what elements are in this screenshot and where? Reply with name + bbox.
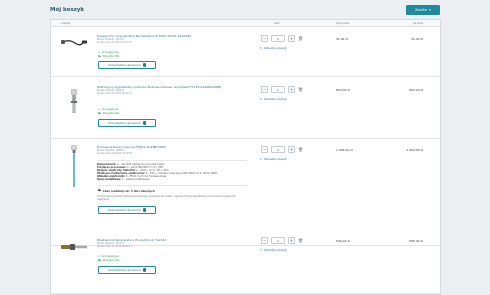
- added-date: Dodano dnia 21.06.22 09:41:13: [97, 92, 132, 96]
- update-label: Aktualizuj koszyk: [263, 97, 287, 101]
- cart-item: Przewód do czujnika M12 Murrelektronik 7…: [51, 27, 440, 77]
- product-image: [61, 145, 87, 187]
- truck-icon: ⛟: [98, 188, 102, 192]
- ship-label: Wysyłka dziś: [102, 112, 120, 115]
- quantity-stepper: − 1 + 🗑: [261, 237, 303, 244]
- line-total: 1 994,00 zł: [406, 148, 423, 152]
- unit-price: 31,02 zł: [336, 37, 348, 41]
- line-total: 853,00 zł: [409, 88, 423, 92]
- accessories-label: Kompatybilne akcesoria: [108, 63, 141, 67]
- divider: [97, 185, 247, 186]
- compatible-accessories-button[interactable]: Kompatybilne akcesoria ›: [98, 61, 156, 69]
- update-cart-link[interactable]: ↻ Aktualizuj koszyk: [260, 46, 287, 50]
- ship-label: Wysyłka dziś: [102, 259, 120, 262]
- chevron-right-icon: ›: [142, 208, 146, 212]
- refresh-icon: ↻: [260, 46, 263, 50]
- product-image: [61, 35, 87, 49]
- chevron-right-icon: ›: [142, 121, 146, 125]
- compatible-accessories-button[interactable]: Kompatybilne akcesoria ›: [98, 206, 156, 214]
- added-date: Dodano dnia 20.06.22 07:18:53: [97, 152, 132, 156]
- page-title: Mój koszyk: [50, 7, 85, 13]
- line-total: 31,02 zł: [411, 37, 423, 41]
- col-total: Łącznie: [413, 22, 423, 25]
- cart-item: Wibracyjny sygnalizator poziomu Endress+…: [51, 77, 440, 139]
- divider: [97, 160, 247, 161]
- col-qty: Ilość: [274, 22, 280, 25]
- trash-icon[interactable]: 🗑: [298, 147, 303, 153]
- line-total: 595,02 zł: [409, 239, 423, 243]
- configured-product-note: Konfigurowany produkt będzie wyprodukowa…: [97, 195, 236, 201]
- product-meta: Numer artykułu: 100713 Dodano dnia 21.06…: [97, 242, 132, 248]
- truck-icon: ⛟: [98, 55, 102, 58]
- chevron-right-icon: ›: [142, 63, 146, 67]
- increase-qty-button[interactable]: +: [288, 237, 295, 244]
- unit-price: 853,00 zł: [336, 88, 350, 92]
- increase-qty-button[interactable]: +: [288, 146, 295, 153]
- accessories-label: Kompatybilne akcesoria: [108, 208, 141, 212]
- update-label: Aktualizuj koszyk: [263, 157, 287, 161]
- page-header: Mój koszyk Zamów ➜: [50, 4, 440, 16]
- update-cart-link[interactable]: ↻ Aktualizuj koszyk: [260, 248, 287, 252]
- col-unit-price: Cena jedn.: [336, 22, 350, 25]
- accessories-label: Kompatybilne akcesoria: [108, 268, 141, 272]
- qty-input[interactable]: 1: [271, 35, 285, 42]
- trash-icon[interactable]: 🗑: [298, 238, 303, 244]
- update-label: Aktualizuj koszyk: [263, 46, 287, 50]
- unit-price: 595,02 zł: [336, 239, 350, 243]
- shipping-status: ⛟ Wysyłka dziś: [98, 259, 119, 263]
- product-image: [61, 89, 87, 113]
- added-date: Dodano dnia 21.06.22 08:04:12: [97, 245, 132, 249]
- configuration-specs: Dopuszczenie: A - dla stref niezagrożony…: [97, 163, 277, 182]
- qty-input[interactable]: 1: [271, 86, 285, 93]
- refresh-icon: ↻: [260, 97, 263, 101]
- product-image: [61, 240, 87, 254]
- col-article: Artykuł: [61, 22, 71, 25]
- compatible-accessories-button[interactable]: Kompatybilne akcesoria ›: [98, 266, 156, 274]
- arrow-right-icon: ➜: [428, 8, 431, 12]
- cart-item: Przetwornik temperatury Pt-elektronic TA…: [51, 228, 440, 294]
- compatible-accessories-button[interactable]: Kompatybilne akcesoria ›: [98, 119, 156, 127]
- quantity-stepper: − 1 + 🗑: [261, 86, 303, 93]
- decrease-qty-button[interactable]: −: [261, 146, 268, 153]
- accessories-label: Kompatybilne akcesoria: [108, 121, 141, 125]
- ship-label: Wysyłka dziś: [102, 55, 120, 58]
- trash-icon[interactable]: 🗑: [298, 87, 303, 93]
- order-button[interactable]: Zamów ➜: [406, 5, 440, 15]
- leadtime-label: Czas realizacji ok. 5 dni roboczych: [102, 188, 155, 193]
- quantity-stepper: − 1 + 🗑: [261, 35, 303, 42]
- decrease-qty-button[interactable]: −: [261, 86, 268, 93]
- product-meta: Numer artykułu: 100725 Dodano dnia 21.06…: [97, 38, 132, 44]
- quantity-stepper: − 1 + 🗑: [261, 146, 303, 153]
- cart-table: Artykuł Ilość Cena jedn. Łącznie Przewód…: [50, 19, 441, 295]
- refresh-icon: ↻: [260, 157, 263, 161]
- refresh-icon: ↻: [260, 248, 263, 252]
- truck-icon: ⛟: [98, 112, 102, 115]
- update-cart-link[interactable]: ↻ Aktualizuj koszyk: [260, 97, 287, 101]
- lead-time: ⛟ Czas realizacji ok. 5 dni roboczych: [98, 188, 155, 193]
- shipping-status: ⛟ Wysyłka dziś: [98, 112, 119, 116]
- truck-icon: ⛟: [98, 259, 102, 262]
- table-header: Artykuł Ilość Cena jedn. Łącznie: [51, 20, 440, 27]
- chevron-right-icon: ›: [142, 268, 146, 272]
- increase-qty-button[interactable]: +: [288, 86, 295, 93]
- unit-price: 1 994,00 zł: [336, 148, 353, 152]
- update-label: Aktualizuj koszyk: [263, 248, 287, 252]
- decrease-qty-button[interactable]: −: [261, 237, 268, 244]
- product-meta: Numer artykułu: 106439 Dodano dnia 21.06…: [97, 89, 132, 95]
- shipping-status: ⛟ Wysyłka dziś: [98, 55, 119, 59]
- update-cart-link[interactable]: ↻ Aktualizuj koszyk: [260, 157, 287, 161]
- product-meta: Numer artykułu: 104652 Dodano dnia 20.06…: [97, 149, 132, 155]
- qty-input[interactable]: 1: [271, 146, 285, 153]
- qty-input[interactable]: 1: [271, 237, 285, 244]
- decrease-qty-button[interactable]: −: [261, 35, 268, 42]
- increase-qty-button[interactable]: +: [288, 35, 295, 42]
- order-button-label: Zamów: [415, 8, 427, 12]
- trash-icon[interactable]: 🗑: [298, 36, 303, 42]
- spec-row: Opcje dodatkowe: 1 - wersja podstawowa: [97, 178, 150, 182]
- added-date: Dodano dnia 21.06.22 13:22:51: [97, 41, 132, 45]
